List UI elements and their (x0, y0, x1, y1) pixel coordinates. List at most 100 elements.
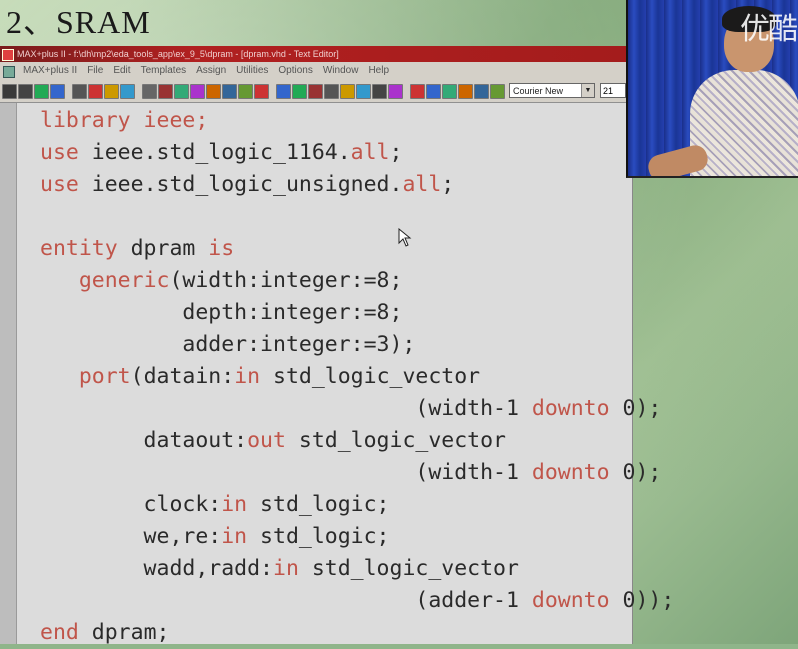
code-keyword: in (221, 492, 248, 517)
code-keyword: end (40, 620, 79, 645)
code-keyword: all (350, 140, 390, 165)
menu-item[interactable]: Assign (191, 62, 231, 80)
floorplan-icon[interactable] (238, 84, 253, 99)
code-text: dpram (117, 236, 209, 261)
window-titlebar[interactable]: MAX+plus II - f:\dh\mp2\eda_tools_app\ex… (0, 46, 632, 62)
undo-icon[interactable] (120, 84, 135, 99)
chevron-down-icon[interactable]: ▼ (581, 84, 594, 97)
code-text: (datain: (130, 364, 235, 389)
menu-item[interactable]: Templates (136, 62, 192, 80)
text-editor-icon[interactable] (308, 84, 323, 99)
window-title: MAX+plus II - f:\dh\mp2\eda_tools_app\ex… (17, 49, 339, 59)
code-line: (adder-1 downto 0)); (40, 585, 674, 617)
symbol-editor-icon[interactable] (292, 84, 307, 99)
code-line: library ieee; (40, 105, 208, 137)
code-keyword: generic (78, 268, 170, 293)
document-icon[interactable] (3, 66, 15, 78)
presenter-video: 优酷 (626, 0, 798, 178)
code-text: 0)); (609, 588, 675, 613)
graphic-editor-icon[interactable] (276, 84, 291, 99)
code-line: (width-1 downto 0); (40, 393, 661, 425)
menu-item[interactable]: Options (273, 62, 317, 80)
menu-item[interactable]: Window (318, 62, 364, 80)
menu-item[interactable]: File (82, 62, 108, 80)
text-editor[interactable]: library ieee; use ieee.std_logic_1164.all… (0, 103, 674, 645)
probe-icon[interactable] (388, 84, 403, 99)
help-icon[interactable] (490, 84, 505, 99)
menu-item[interactable]: Help (363, 62, 394, 80)
code-text: std_logic; (247, 492, 390, 517)
programmer-icon[interactable] (254, 84, 269, 99)
font-size-select[interactable]: 21 (600, 83, 626, 98)
paste-icon[interactable] (104, 84, 119, 99)
code-line: generic(width:integer:=8; (40, 265, 403, 297)
simulator-icon[interactable] (190, 84, 205, 99)
video-watermark: 优酷 (740, 12, 798, 47)
code-line: we,re:in std_logic; (40, 521, 390, 553)
compiler-icon[interactable] (174, 84, 189, 99)
code-text: dpram; (78, 620, 170, 645)
font-name-value: Courier New (513, 86, 564, 96)
code-line: port(datain:in std_logic_vector (40, 361, 480, 393)
program-icon[interactable] (458, 84, 473, 99)
code-keyword: downto (531, 588, 610, 613)
save-icon[interactable] (34, 84, 49, 99)
code-text: we,re: (40, 524, 222, 549)
code-line: dataout:out std_logic_vector (40, 425, 506, 457)
code-keyword: downto (531, 460, 610, 485)
code-keyword: all (402, 172, 442, 197)
app-icon (2, 49, 14, 61)
new-file-icon[interactable] (2, 84, 17, 99)
menu-item[interactable]: Utilities (231, 62, 273, 80)
compile-icon[interactable] (410, 84, 425, 99)
code-keyword: in (234, 364, 261, 389)
simulate-icon[interactable] (426, 84, 441, 99)
code-text: dataout: (40, 428, 248, 453)
menubar: MAX+plus II File Edit Templates Assign Utilit… (0, 62, 632, 81)
timing-icon[interactable] (206, 84, 221, 99)
zoom-icon[interactable] (474, 84, 489, 99)
code-text: 0); (609, 396, 662, 421)
code-text: std_logic; (247, 524, 390, 549)
editor-window: MAX+plus II - f:\dh\mp2\eda_tools_app\ex… (0, 46, 674, 645)
code-line: clock:in std_logic; (40, 489, 390, 521)
code-keyword: in (273, 556, 299, 581)
code-line: wadd,radd:in std_logic_vector (40, 553, 519, 585)
menu-item[interactable]: MAX+plus II (18, 62, 82, 80)
code-keyword: entity (40, 236, 118, 261)
editor-gutter (0, 103, 17, 644)
code-keyword: port (78, 364, 131, 389)
device-icon[interactable] (356, 84, 371, 99)
cut-icon[interactable] (72, 84, 87, 99)
copy-icon[interactable] (88, 84, 103, 99)
code-text: adder:integer:=3); (40, 332, 416, 357)
assign-icon[interactable] (340, 84, 355, 99)
waveform-icon[interactable] (222, 84, 237, 99)
analyze-icon[interactable] (442, 84, 457, 99)
code-text: 0); (609, 460, 662, 485)
code-keyword: downto (531, 396, 610, 421)
slide-title: 2、SRAM (6, 4, 151, 40)
find-icon[interactable] (142, 84, 157, 99)
code-text: clock: (40, 492, 222, 517)
waveform-editor-icon[interactable] (324, 84, 339, 99)
print-icon[interactable] (50, 84, 65, 99)
code-keyword: in (221, 524, 248, 549)
menu-item[interactable]: Edit (108, 62, 135, 80)
hierarchy-icon[interactable] (158, 84, 173, 99)
font-name-select[interactable]: Courier New ▼ (509, 83, 595, 98)
code-line: use ieee.std_logic_unsigned.all; (40, 169, 454, 201)
code-text: (adder-1 (40, 588, 532, 613)
pin-icon[interactable] (372, 84, 387, 99)
mouse-cursor-icon (398, 228, 412, 247)
code-area[interactable]: library ieee; use ieee.std_logic_1164.all… (16, 103, 798, 645)
code-text: (width:integer:=8; (169, 268, 403, 293)
open-file-icon[interactable] (18, 84, 33, 99)
code-keyword: use (40, 172, 79, 197)
code-text: ieee.std_logic_unsigned. (78, 172, 403, 197)
code-text: ; (389, 140, 403, 165)
code-text: std_logic_vector (298, 556, 519, 581)
code-line: depth:integer:=8; (40, 297, 402, 329)
